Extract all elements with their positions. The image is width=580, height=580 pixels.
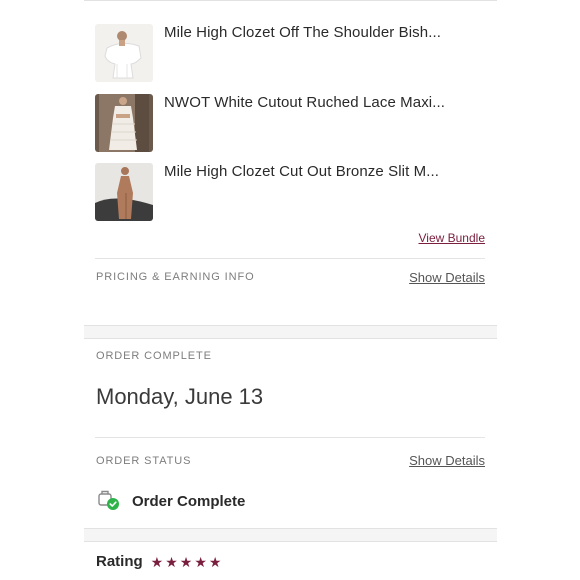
order-status-show-details-link[interactable]: Show Details xyxy=(409,453,485,468)
rating-stars: ★ ★ ★ ★ ★ xyxy=(151,555,224,569)
item-title[interactable]: Mile High Clozet Cut Out Bronze Slit M..… xyxy=(164,163,439,180)
list-item[interactable]: Mile High Clozet Cut Out Bronze Slit M..… xyxy=(95,163,497,221)
view-bundle-link[interactable]: View Bundle xyxy=(419,231,486,245)
star-icon: ★ xyxy=(194,553,207,570)
order-status-text: Order Complete xyxy=(132,492,246,510)
item-thumbnail[interactable] xyxy=(95,24,153,82)
divider xyxy=(95,437,485,438)
pricing-show-details-link[interactable]: Show Details xyxy=(409,270,485,285)
order-details-panel: Mile High Clozet Off The Shoulder Bish..… xyxy=(84,0,497,580)
order-status-label: ORDER STATUS xyxy=(96,455,192,467)
item-title[interactable]: NWOT White Cutout Ruched Lace Maxi... xyxy=(164,94,445,111)
divider xyxy=(95,258,485,259)
pricing-section-label: PRICING & EARNING INFO xyxy=(96,271,255,283)
rating-label: Rating xyxy=(96,553,143,570)
star-icon: ★ xyxy=(165,553,178,570)
list-item[interactable]: Mile High Clozet Off The Shoulder Bish..… xyxy=(95,24,497,82)
order-complete-date: Monday, June 13 xyxy=(96,384,264,409)
rating-row: Rating ★ ★ ★ ★ ★ xyxy=(96,553,223,570)
section-separator xyxy=(84,325,497,339)
divider xyxy=(84,0,497,1)
order-complete-label: ORDER COMPLETE xyxy=(96,350,212,362)
package-check-icon xyxy=(98,490,120,512)
item-thumbnail[interactable] xyxy=(95,94,153,152)
item-title[interactable]: Mile High Clozet Off The Shoulder Bish..… xyxy=(164,24,441,41)
item-thumbnail[interactable] xyxy=(95,163,153,221)
star-icon: ★ xyxy=(208,553,222,570)
order-status-row: Order Complete xyxy=(98,490,245,512)
list-item[interactable]: NWOT White Cutout Ruched Lace Maxi... xyxy=(95,94,497,152)
star-icon: ★ xyxy=(150,553,164,570)
section-separator xyxy=(84,528,497,542)
star-icon: ★ xyxy=(179,553,193,570)
